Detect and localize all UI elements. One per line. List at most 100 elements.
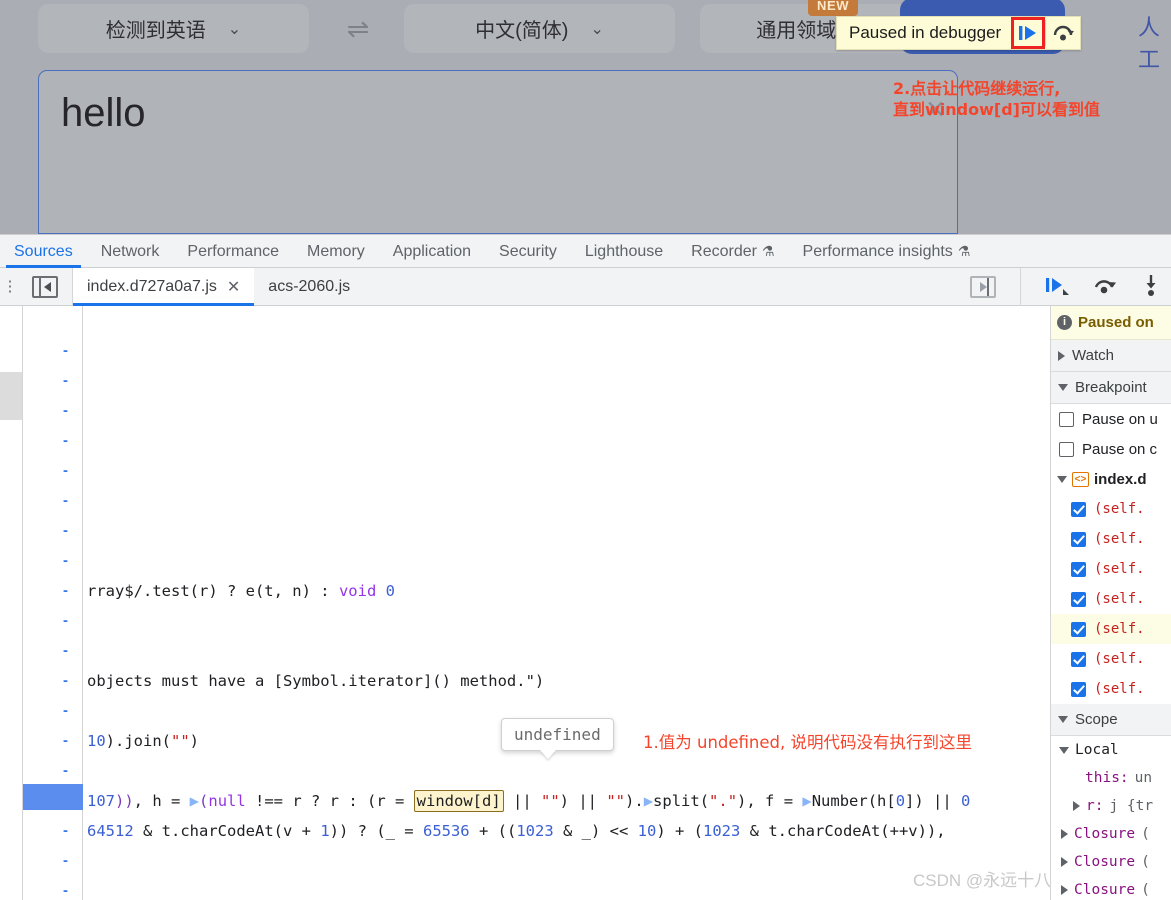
breakpoints-label: Breakpoint (1075, 379, 1147, 396)
triangle-glyph (44, 281, 51, 292)
breakpoint-row[interactable]: (self. (1051, 614, 1171, 644)
line-fold-dash: - (63, 642, 68, 659)
divider (1020, 268, 1021, 306)
info-icon: i (1057, 315, 1072, 330)
code-line[interactable]: objects must have a [Symbol.iterator]() … (87, 666, 544, 696)
code-line[interactable]: 10).join("") (87, 726, 199, 756)
source-language-select[interactable]: 检测到英语 ⌄ (38, 4, 309, 53)
file-tab-acs[interactable]: acs-2060.js (254, 268, 364, 306)
scope-row[interactable]: this: un (1051, 764, 1171, 792)
line-fold-dash: - (63, 672, 68, 689)
breakpoint-snippet: (self. (1094, 651, 1145, 667)
code-line[interactable]: 107)), h = ▶(null !== r ? r : (r = windo… (87, 786, 970, 816)
breakpoint-row[interactable]: (self. (1051, 524, 1171, 554)
step-over-button[interactable] (1046, 17, 1080, 49)
code-line[interactable]: 64512 & t.charCodeAt(v + 1)) ? (_ = 6553… (87, 816, 946, 846)
paused-in-debugger-bar: Paused in debugger (836, 16, 1082, 50)
scope-row[interactable]: Closure ( (1051, 820, 1171, 848)
checkbox[interactable] (1071, 681, 1086, 697)
js-file-icon: <> (1072, 471, 1089, 487)
checkbox[interactable] (1071, 531, 1086, 547)
line-fold-dash: - (63, 582, 68, 599)
scope-label: Scope (1075, 711, 1118, 728)
scope-key: Closure (1074, 826, 1136, 842)
scope-row[interactable]: Closure ( (1051, 876, 1171, 900)
tab-performance[interactable]: Performance (173, 235, 293, 268)
tab-network[interactable]: Network (87, 235, 174, 268)
checkbox[interactable] (1059, 411, 1074, 427)
devtools-panel: Sources Network Performance Memory Appli… (0, 234, 1171, 900)
checkbox[interactable] (1071, 591, 1086, 607)
line-number-gutter[interactable]: ------------------- (23, 306, 95, 900)
checkbox[interactable] (1071, 621, 1086, 637)
tab-memory[interactable]: Memory (293, 235, 379, 268)
tab-label: Lighthouse (584, 242, 664, 260)
code-line[interactable]: rray$/.test(r) ? e(t, n) : void 0 (87, 576, 395, 606)
checkbox[interactable] (1071, 561, 1086, 577)
source-language-label: 检测到英语 (105, 20, 206, 42)
file-tab-label: index.d727a0a7.js (87, 277, 217, 295)
pause-on-caught-label: Pause on c (1082, 440, 1158, 458)
breakpoint-file-label: index.d (1094, 470, 1147, 488)
code-content[interactable]: rray$/.test(r) ? e(t, n) : void 0 objects… (83, 306, 1157, 900)
ai-link-label[interactable]: 人工 (1138, 10, 1171, 74)
swap-languages-icon[interactable]: ⇌ (338, 14, 378, 44)
value-tooltip: undefined (501, 718, 614, 751)
scope-key: Closure (1074, 882, 1136, 898)
pause-on-uncaught-row[interactable]: Pause on u (1051, 404, 1171, 434)
line-fold-dash: - (63, 372, 68, 389)
step-into-next-function-call-button[interactable] (1141, 274, 1161, 301)
translation-input-card[interactable]: hello (38, 70, 958, 234)
tab-label: Application (392, 242, 472, 260)
chevron-down-icon: ⌄ (590, 20, 604, 38)
breakpoint-row[interactable]: (self. (1051, 644, 1171, 674)
tab-lighthouse[interactable]: Lighthouse (571, 235, 677, 268)
line-fold-dash: - (63, 432, 68, 449)
line-fold-dash: - (63, 822, 68, 839)
step-over-next-function-call-button[interactable] (1093, 275, 1117, 300)
breakpoint-row[interactable]: (self. (1051, 494, 1171, 524)
chevron-right-icon (1058, 350, 1065, 361)
more-options-icon[interactable]: ⋮ (0, 279, 18, 294)
section-breakpoints[interactable]: Breakpoint (1051, 372, 1171, 404)
tab-security[interactable]: Security (485, 235, 571, 268)
pause-on-caught-row[interactable]: Pause on c (1051, 434, 1171, 464)
breakpoint-file-group[interactable]: <> index.d (1051, 464, 1171, 494)
show-debugger-sidebar-icon[interactable] (970, 276, 996, 298)
checkbox[interactable] (1059, 441, 1074, 457)
highlighted-variable[interactable]: window[d] (413, 790, 504, 812)
paused-in-debugger-label: Paused in debugger (849, 23, 1002, 42)
checkbox[interactable] (1071, 501, 1086, 517)
scope-row[interactable]: r: j {tr (1051, 792, 1171, 820)
checkbox[interactable] (1071, 651, 1086, 667)
scope-value: ( (1141, 826, 1150, 842)
flask-icon: ⚗ (957, 242, 971, 259)
show-navigator-icon[interactable] (32, 275, 58, 298)
translation-input-text: hello (61, 91, 146, 135)
section-watch[interactable]: Watch (1051, 340, 1171, 372)
tab-performance-insights[interactable]: Performance insights ⚗ (789, 235, 985, 268)
resume-script-execution-button[interactable] (1045, 275, 1069, 300)
section-scope[interactable]: Scope (1051, 704, 1171, 736)
scope-local-group[interactable]: Local (1051, 736, 1171, 764)
chevron-down-icon: ⌄ (227, 20, 242, 38)
line-fold-dash: - (63, 402, 68, 419)
tab-application[interactable]: Application (379, 235, 485, 268)
navigator-edge-strip[interactable] (0, 306, 23, 900)
breakpoint-row[interactable]: (self. (1051, 674, 1171, 704)
close-icon[interactable]: ✕ (227, 277, 240, 297)
scope-value: ( (1141, 882, 1150, 898)
scope-row[interactable]: Closure ( (1051, 848, 1171, 876)
step-over-icon (1094, 279, 1116, 293)
target-language-select[interactable]: 中文(简体) ⌄ (404, 4, 675, 53)
breakpoint-row[interactable]: (self. (1051, 554, 1171, 584)
scope-value: ( (1141, 854, 1150, 870)
file-tab-index[interactable]: index.d727a0a7.js ✕ (73, 267, 255, 306)
line-fold-dash: - (63, 762, 68, 779)
step-over-icon (1053, 25, 1075, 41)
tab-sources[interactable]: Sources (0, 235, 87, 268)
breakpoint-row[interactable]: (self. (1051, 584, 1171, 614)
tab-recorder[interactable]: Recorder ⚗ (677, 235, 788, 268)
resume-script-execution-button[interactable] (1011, 17, 1046, 49)
line-fold-dash: - (63, 882, 68, 899)
